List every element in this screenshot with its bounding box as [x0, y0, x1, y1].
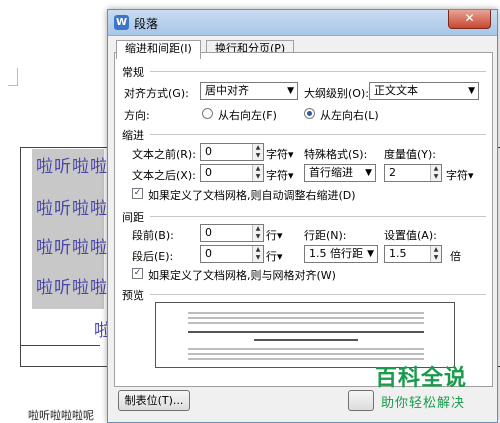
alignment-value: 居中对齐 — [205, 84, 249, 97]
outline-level-select[interactable]: 正文文本 ▼ — [369, 82, 479, 100]
section-divider — [150, 134, 486, 135]
close-icon: ✕ — [464, 11, 475, 25]
chevron-down-icon: ▼ — [287, 86, 294, 96]
document-line: 啦听啦啦 — [36, 157, 108, 177]
ltr-label: 从左向右(L) — [320, 109, 379, 122]
document-line: 啦听啦啦 — [36, 199, 108, 219]
space-before-label: 段前(B): — [132, 229, 174, 242]
spin-buttons[interactable]: ▲ ▼ — [252, 144, 263, 160]
close-button[interactable]: ✕ — [448, 10, 491, 29]
indent-after-label: 文本之后(X): — [132, 169, 196, 182]
dialog-titlebar[interactable]: W 段落 ✕ — [108, 10, 497, 36]
auto-right-indent-checkbox[interactable]: ✓ — [132, 188, 143, 199]
alignment-label: 对齐方式(G): — [124, 87, 189, 100]
section-indent: 缩进 — [122, 129, 144, 142]
paragraph-mark — [8, 68, 18, 86]
outline-level-value: 正文文本 — [374, 84, 418, 97]
alignment-select[interactable]: 居中对齐 ▼ — [200, 82, 298, 100]
spin-buttons[interactable]: ▲ ▼ — [252, 246, 263, 262]
indent-after-value: 0 — [205, 166, 212, 179]
line-spacing-value: 1.5 倍行距 — [309, 247, 363, 260]
measure-input[interactable]: 2 ▲ ▼ — [384, 164, 442, 182]
chevron-down-icon: ▼ — [367, 249, 374, 259]
outline-level-label: 大纲级别(O): — [304, 87, 369, 100]
set-value-input[interactable]: 1.5 ▲ ▼ — [384, 245, 442, 263]
ltr-radio[interactable] — [304, 108, 315, 119]
preview-line — [188, 312, 424, 314]
spin-buttons[interactable]: ▲ ▼ — [430, 246, 441, 262]
paragraph-preview — [155, 302, 455, 368]
indent-after-input[interactable]: 0 ▲ ▼ — [200, 164, 264, 182]
snap-to-grid-checkbox[interactable]: ✓ — [132, 268, 143, 279]
space-before-value: 0 — [205, 226, 212, 239]
preview-line — [254, 339, 358, 341]
line-spacing-select[interactable]: 1.5 倍行距 ▼ — [304, 245, 378, 263]
wps-writer-icon: W — [114, 15, 129, 30]
set-value-unit: 倍 — [450, 250, 461, 263]
spin-buttons[interactable]: ▲ ▼ — [252, 225, 263, 241]
space-after-label: 段后(E): — [132, 250, 174, 263]
section-spacing: 间距 — [122, 211, 144, 224]
tab-indent-spacing[interactable]: 缩进和间距(I) — [116, 40, 201, 59]
space-after-input[interactable]: 0 ▲ ▼ — [200, 245, 264, 263]
tabs-button[interactable]: 制表位(T)... — [118, 390, 190, 411]
section-preview: 预览 — [122, 289, 144, 302]
space-after-unit-select[interactable]: 行▾ — [266, 248, 283, 264]
chevron-down-icon: ▼ — [365, 168, 372, 178]
section-divider — [150, 294, 486, 295]
space-before-unit-select[interactable]: 行▾ — [266, 227, 283, 243]
document-line: 啦听啦啦 — [36, 238, 108, 258]
indent-before-input[interactable]: 0 ▲ ▼ — [200, 143, 264, 161]
direction-label: 方向: — [124, 109, 150, 122]
space-before-input[interactable]: 0 ▲ ▼ — [200, 224, 264, 242]
rtl-label: 从右向左(F) — [218, 109, 277, 122]
special-format-value: 首行缩进 — [309, 166, 353, 179]
indent-before-unit-select[interactable]: 字符▾ — [266, 146, 294, 162]
document-rule — [20, 345, 100, 346]
measure-value: 2 — [389, 166, 396, 179]
section-divider — [150, 216, 486, 217]
set-value-label: 设置值(A): — [384, 229, 437, 242]
chevron-down-icon: ▼ — [468, 86, 475, 96]
space-after-value: 0 — [205, 247, 212, 260]
rtl-radio[interactable] — [202, 108, 213, 119]
indent-before-label: 文本之前(R): — [132, 148, 196, 161]
indent-after-unit-select[interactable]: 字符▾ — [266, 167, 294, 183]
document-line: 啦听啦啦 — [36, 278, 108, 298]
spin-buttons[interactable]: ▲ ▼ — [430, 165, 441, 181]
preview-line — [188, 322, 424, 324]
section-general: 常规 — [122, 66, 144, 79]
measure-unit-select[interactable]: 字符▾ — [446, 167, 474, 183]
dialog-title: 段落 — [134, 17, 159, 31]
spin-buttons[interactable]: ▲ ▼ — [252, 165, 263, 181]
indent-before-value: 0 — [205, 145, 212, 158]
set-value-value: 1.5 — [389, 247, 407, 260]
preview-line — [188, 348, 424, 350]
preview-line — [188, 317, 424, 319]
measure-label: 度量值(Y): — [384, 148, 437, 161]
snap-to-grid-label: 如果定义了文档网格,则与网格对齐(W) — [148, 269, 336, 282]
watermark-subtitle: 助你轻松解决 — [381, 396, 466, 411]
special-format-select[interactable]: 首行缩进 ▼ — [304, 164, 376, 182]
auto-right-indent-label: 如果定义了文档网格,则自动调整右缩进(D) — [148, 189, 356, 202]
line-spacing-label: 行距(N): — [304, 229, 347, 242]
preview-line — [188, 353, 424, 355]
preview-line — [188, 331, 424, 333]
section-divider — [150, 71, 486, 72]
special-format-label: 特殊格式(S): — [304, 148, 368, 161]
watermark-title: 百科全说 — [375, 366, 468, 391]
watermark-logo: 百科全说 助你轻松解决 — [367, 360, 491, 415]
